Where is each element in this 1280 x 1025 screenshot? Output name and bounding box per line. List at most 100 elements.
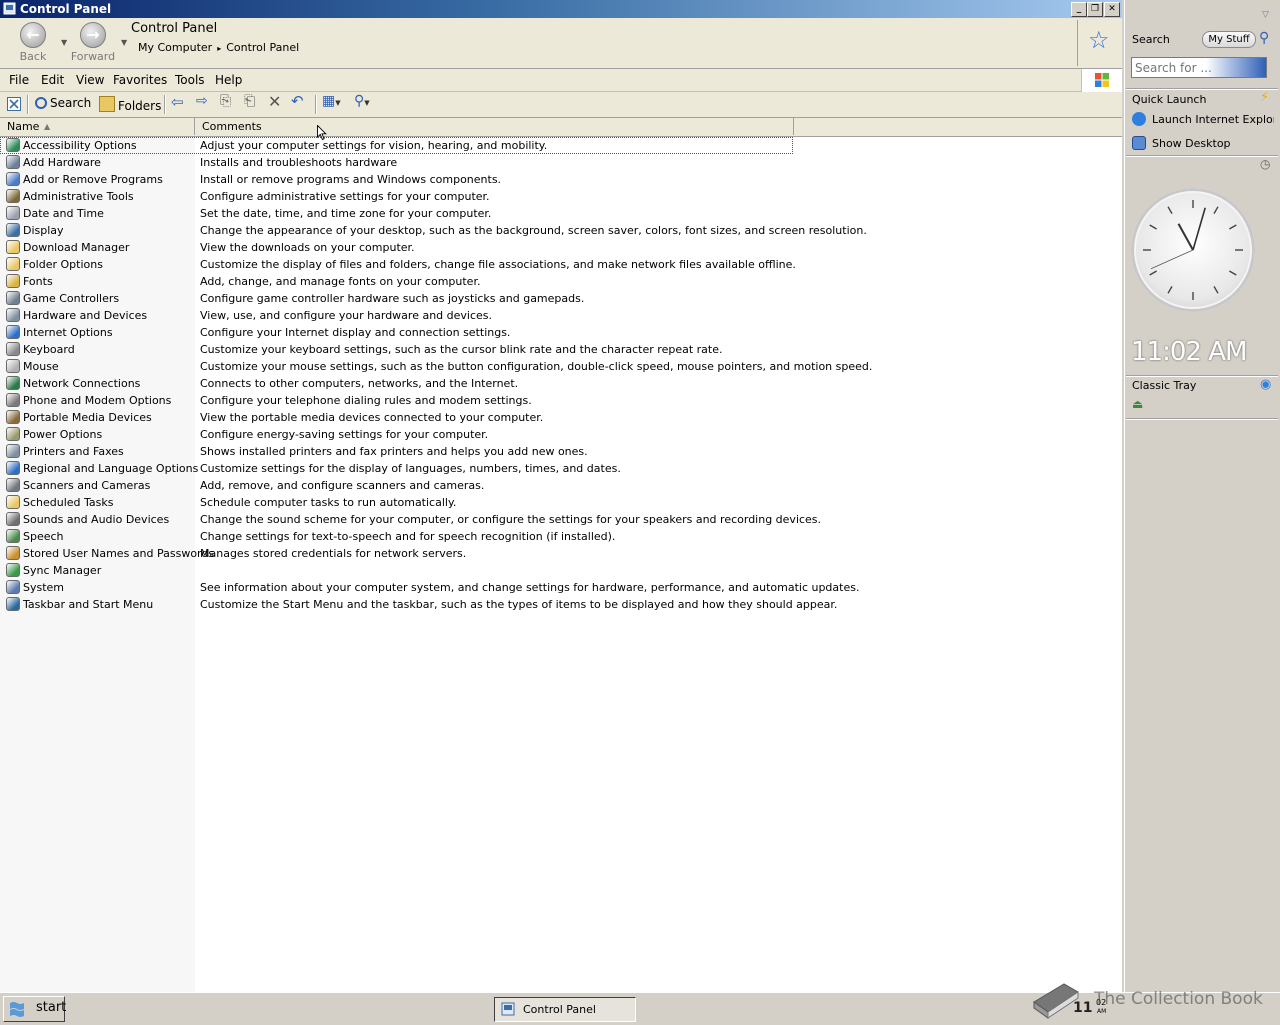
list-item[interactable]: Add or Remove Programs Install or remove … bbox=[0, 171, 800, 188]
quick-launch-internet-explorer[interactable]: Launch Internet Explorer Browser bbox=[1132, 112, 1274, 126]
item-comment: Customize the Start Menu and the taskbar… bbox=[200, 598, 838, 611]
back-label: Back bbox=[19, 50, 47, 63]
control-panel-item-icon bbox=[6, 257, 20, 271]
search-magnifier-icon[interactable]: ⚲ bbox=[1259, 30, 1269, 46]
sidebar-collapse-icon[interactable]: ▽ bbox=[1262, 10, 1269, 20]
close-pane-icon[interactable] bbox=[7, 97, 21, 111]
list-item[interactable]: Game Controllers Configure game controlle… bbox=[0, 290, 800, 307]
item-name: Sync Manager bbox=[23, 564, 102, 577]
item-name: Administrative Tools bbox=[23, 190, 134, 203]
my-stuff-button[interactable]: My Stuff bbox=[1202, 31, 1256, 48]
classic-tray-title: Classic Tray bbox=[1132, 379, 1197, 392]
list-item[interactable]: Hardware and Devices View, use, and confi… bbox=[0, 307, 800, 324]
search-icon bbox=[35, 97, 47, 109]
list-item[interactable]: Internet Options Configure your Internet … bbox=[0, 324, 800, 341]
list-item[interactable]: Fonts Add, change, and manage fonts on yo… bbox=[0, 273, 800, 290]
item-comment: Install or remove programs and Windows c… bbox=[200, 173, 502, 186]
item-name: Portable Media Devices bbox=[23, 411, 152, 424]
start-button[interactable]: start bbox=[3, 996, 66, 1022]
item-comment: Change the appearance of your desktop, s… bbox=[200, 224, 867, 237]
item-comment: Customize settings for the display of la… bbox=[200, 462, 621, 475]
list-item[interactable]: Stored User Names and Passwords Manages s… bbox=[0, 545, 800, 562]
mouse-cursor-icon bbox=[317, 125, 327, 141]
forward-dropdown-icon[interactable]: ▼ bbox=[121, 38, 127, 47]
list-item[interactable]: Mouse Customize your mouse settings, such… bbox=[0, 358, 872, 375]
back-button[interactable]: ← Back bbox=[8, 22, 58, 64]
menu-edit[interactable]: Edit bbox=[41, 73, 64, 87]
list-item[interactable]: Regional and Language Options Customize s… bbox=[0, 460, 800, 477]
folders-button-label: Folders bbox=[118, 99, 162, 113]
forward-button[interactable]: → Forward bbox=[68, 22, 118, 64]
item-comment: Adjust your computer settings for vision… bbox=[200, 139, 548, 152]
breadcrumb-my-computer[interactable]: My Computer bbox=[138, 41, 212, 54]
item-comment: Configure energy-saving settings for you… bbox=[200, 428, 489, 441]
list-item[interactable]: Administrative Tools Configure administra… bbox=[0, 188, 800, 205]
minimize-button[interactable]: _ bbox=[1071, 2, 1087, 17]
forward-arrow-icon: → bbox=[80, 22, 106, 48]
menu-file[interactable]: File bbox=[9, 73, 29, 87]
tray-clock-hour[interactable]: 11 bbox=[1073, 1000, 1092, 1016]
quick-launch-show-desktop[interactable]: Show Desktop bbox=[1132, 136, 1274, 150]
toolbar: Search Folders ⇦ ⇨ ⎘ ⎗ ✕ ↶ ▦▼ ⚲▼ bbox=[0, 92, 1122, 118]
up-arrow-icon[interactable]: ⇦ bbox=[171, 93, 184, 111]
folders-button[interactable]: Folders bbox=[99, 96, 162, 113]
item-comment: Shows installed printers and fax printer… bbox=[200, 445, 588, 458]
quick-launch-show-desktop-label: Show Desktop bbox=[1152, 137, 1231, 150]
clock-dial bbox=[1143, 200, 1243, 300]
safely-remove-hardware-icon[interactable]: ⏏ bbox=[1132, 397, 1143, 411]
restore-button[interactable]: ❐ bbox=[1087, 2, 1103, 17]
tray-settings-icon[interactable]: ◉ bbox=[1260, 377, 1271, 392]
item-name: Fonts bbox=[23, 275, 53, 288]
back-dropdown-icon[interactable]: ▼ bbox=[61, 38, 67, 47]
copy-to-icon[interactable]: ⎘ bbox=[220, 93, 231, 109]
list-item[interactable]: Taskbar and Start Menu Customize the Star… bbox=[0, 596, 837, 613]
menu-tools[interactable]: Tools bbox=[175, 73, 205, 87]
taskbar-button-control-panel[interactable]: Control Panel bbox=[494, 997, 636, 1022]
column-header-comments[interactable]: Comments bbox=[195, 118, 794, 135]
find-icon[interactable]: ⚲▼ bbox=[354, 93, 370, 109]
control-panel-item-icon bbox=[6, 206, 20, 220]
list-item[interactable]: Network Connections Connects to other com… bbox=[0, 375, 800, 392]
control-panel-item-icon bbox=[6, 461, 20, 475]
column-header-name[interactable]: Name ▲ bbox=[0, 118, 195, 135]
menu-view[interactable]: View bbox=[76, 73, 104, 87]
window-title: Control Panel bbox=[20, 2, 112, 16]
list-item[interactable]: Download Manager View the downloads on yo… bbox=[0, 239, 800, 256]
list-item[interactable]: System See information about your compute… bbox=[0, 579, 859, 596]
item-comment: Change settings for text-to-speech and f… bbox=[200, 530, 616, 543]
list-item[interactable]: Display Change the appearance of your des… bbox=[0, 222, 867, 239]
list-item[interactable]: Folder Options Customize the display of f… bbox=[0, 256, 800, 273]
list-item[interactable]: Accessibility Options Adjust your compute… bbox=[0, 137, 793, 154]
list-item[interactable]: Portable Media Devices View the portable … bbox=[0, 409, 800, 426]
views-icon[interactable]: ▦▼ bbox=[322, 93, 341, 109]
list-item[interactable]: Phone and Modem Options Configure your te… bbox=[0, 392, 800, 409]
menu-favorites[interactable]: Favorites bbox=[113, 73, 167, 87]
favorites-star-icon[interactable]: ☆ bbox=[1088, 26, 1110, 54]
item-name: Internet Options bbox=[23, 326, 113, 339]
list-item[interactable]: Scanners and Cameras Add, remove, and con… bbox=[0, 477, 800, 494]
paste-icon[interactable]: ⎗ bbox=[244, 93, 255, 109]
breadcrumb-control-panel[interactable]: Control Panel bbox=[226, 41, 299, 54]
list-item[interactable]: Keyboard Customize your keyboard settings… bbox=[0, 341, 800, 358]
list-item[interactable]: Printers and Faxes Shows installed printe… bbox=[0, 443, 800, 460]
list-item[interactable]: Add Hardware Installs and troubleshoots h… bbox=[0, 154, 800, 171]
item-name: Keyboard bbox=[23, 343, 75, 356]
list-item[interactable]: Speech Change settings for text-to-speech… bbox=[0, 528, 800, 545]
list-item[interactable]: Scheduled Tasks Schedule computer tasks t… bbox=[0, 494, 800, 511]
title-bar[interactable]: Control Panel _ ❐ ✕ bbox=[0, 0, 1122, 18]
item-comment: View the downloads on your computer. bbox=[200, 241, 415, 254]
delete-icon[interactable]: ✕ bbox=[268, 92, 281, 111]
undo-icon[interactable]: ↶ bbox=[291, 92, 304, 110]
list-item[interactable]: Power Options Configure energy-saving set… bbox=[0, 426, 800, 443]
menu-help[interactable]: Help bbox=[215, 73, 242, 87]
clock-settings-icon[interactable]: ◷ bbox=[1260, 157, 1270, 171]
item-comment: Configure game controller hardware such … bbox=[200, 292, 585, 305]
list-item[interactable]: Date and Time Set the date, time, and tim… bbox=[0, 205, 800, 222]
list-item[interactable]: Sync Manager bbox=[0, 562, 800, 579]
close-button[interactable]: ✕ bbox=[1104, 2, 1120, 17]
search-button[interactable]: Search bbox=[35, 96, 91, 112]
item-name: Stored User Names and Passwords bbox=[23, 547, 215, 560]
sidebar-search-input[interactable] bbox=[1131, 57, 1267, 78]
list-item[interactable]: Sounds and Audio Devices Change the sound… bbox=[0, 511, 821, 528]
move-to-icon[interactable]: ⇨ bbox=[196, 93, 208, 109]
